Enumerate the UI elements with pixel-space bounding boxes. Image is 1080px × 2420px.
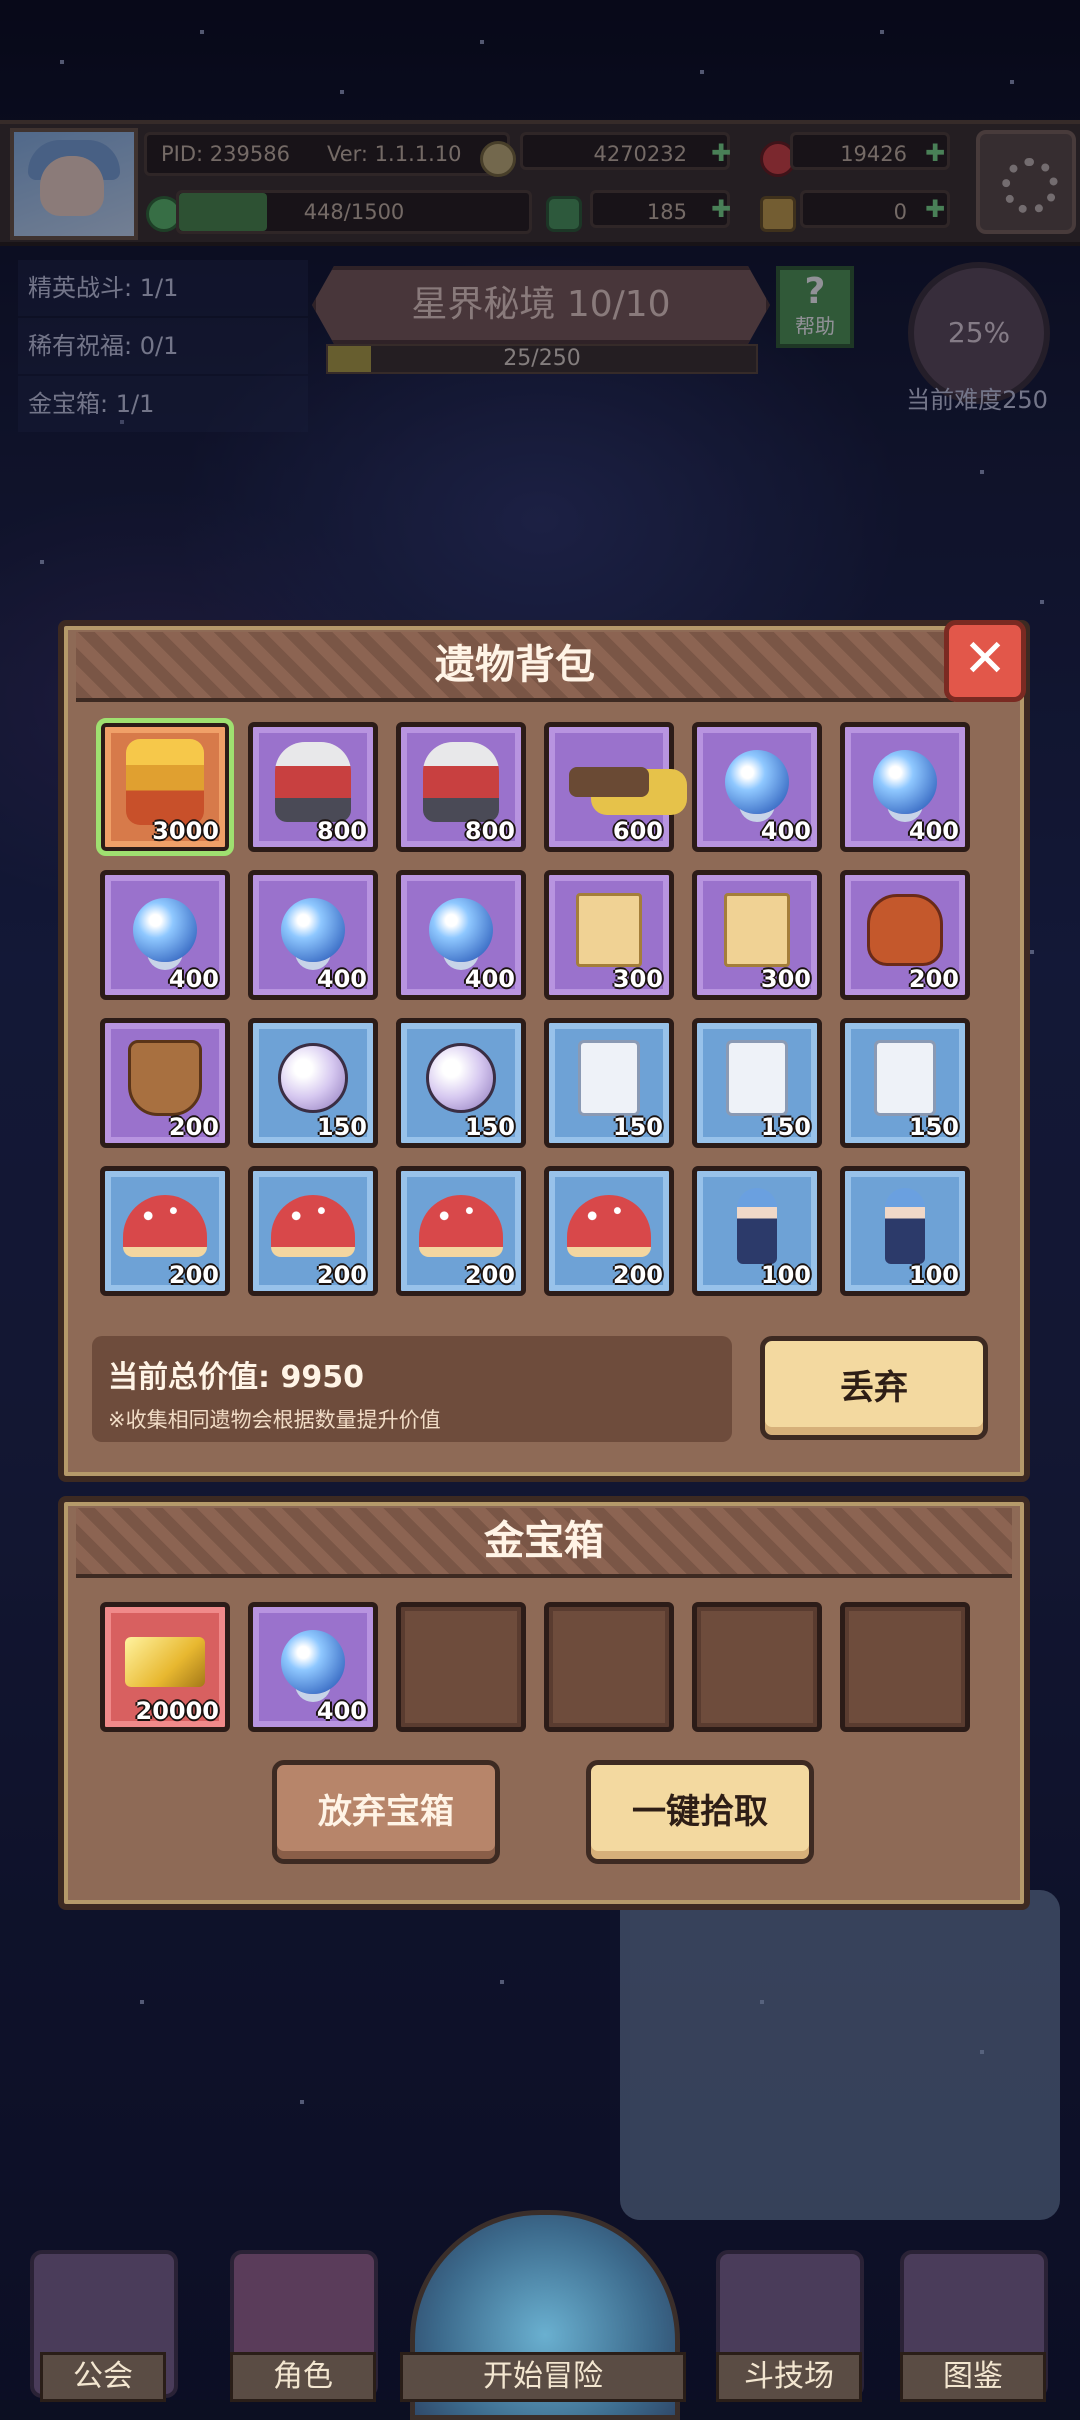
- empty-slot[interactable]: [544, 1602, 674, 1732]
- ancient-scroll-icon: [576, 893, 642, 968]
- knight-figure-icon: [885, 1188, 925, 1265]
- close-icon: ✕: [963, 629, 1007, 689]
- crystal-orb-icon: [133, 898, 197, 963]
- item-slot[interactable]: 300: [544, 870, 674, 1000]
- item-slot[interactable]: 200: [100, 1018, 230, 1148]
- item-value: 300: [760, 965, 811, 993]
- nav-codex[interactable]: 图鉴: [900, 2352, 1046, 2402]
- empty-slot[interactable]: [692, 1602, 822, 1732]
- item-value: 200: [612, 1261, 663, 1289]
- item-slot[interactable]: 200: [840, 870, 970, 1000]
- golden-king-icon: [126, 739, 204, 826]
- empty-slot[interactable]: [396, 1602, 526, 1732]
- item-slot[interactable]: 200: [100, 1166, 230, 1296]
- crystal-orb-icon: [429, 898, 493, 963]
- item-value: 400: [464, 965, 515, 993]
- map-fragment: [620, 1890, 1060, 2220]
- item-slot[interactable]: 150: [692, 1018, 822, 1148]
- knight-figure-icon: [737, 1188, 777, 1265]
- item-slot[interactable]: 150: [248, 1018, 378, 1148]
- item-slot[interactable]: 100: [840, 1166, 970, 1296]
- nav-guild[interactable]: 公会: [40, 2352, 166, 2402]
- item-value: 400: [760, 817, 811, 845]
- item-value: 600: [612, 817, 663, 845]
- total-value-text: 当前总价值: 9950: [108, 1360, 364, 1395]
- nav-start-adventure[interactable]: 开始冒险: [400, 2352, 686, 2402]
- item-slot[interactable]: 800: [248, 722, 378, 852]
- item-value: 20000: [135, 1697, 220, 1725]
- item-value: 200: [464, 1261, 515, 1289]
- item-slot[interactable]: 200: [248, 1166, 378, 1296]
- item-value: 150: [612, 1113, 663, 1141]
- item-value: 300: [612, 965, 663, 993]
- item-slot[interactable]: 600: [544, 722, 674, 852]
- item-value: 150: [760, 1113, 811, 1141]
- mushroom-icon: [419, 1195, 503, 1258]
- item-value: 150: [316, 1113, 367, 1141]
- item-value: 150: [464, 1113, 515, 1141]
- item-slot[interactable]: 150: [840, 1018, 970, 1148]
- treasure-bag-icon: [867, 894, 943, 967]
- gold-ingot-icon: [125, 1637, 205, 1688]
- pickup-all-button[interactable]: 一键拾取: [586, 1760, 814, 1864]
- item-slot[interactable]: 200: [544, 1166, 674, 1296]
- ancient-scroll-icon: [724, 893, 790, 968]
- crystal-orb-icon: [873, 750, 937, 815]
- item-value: 400: [316, 1697, 367, 1725]
- pearl-icon: [278, 1043, 348, 1114]
- spyglass-icon: [569, 767, 649, 798]
- item-slot[interactable]: 400: [396, 870, 526, 1000]
- nav-character[interactable]: 角色: [230, 2352, 376, 2402]
- mushroom-icon: [271, 1195, 355, 1258]
- bronze-armor-icon: [128, 1040, 202, 1117]
- close-button[interactable]: ✕: [944, 620, 1026, 702]
- item-value: 400: [316, 965, 367, 993]
- item-value: 200: [316, 1261, 367, 1289]
- crystal-orb-icon: [281, 1630, 345, 1695]
- empty-slot[interactable]: [840, 1602, 970, 1732]
- item-slot[interactable]: 400: [248, 870, 378, 1000]
- item-slot[interactable]: 300: [692, 870, 822, 1000]
- item-value: 200: [168, 1113, 219, 1141]
- item-slot[interactable]: 400: [248, 1602, 378, 1732]
- item-value: 200: [908, 965, 959, 993]
- item-slot[interactable]: 400: [840, 722, 970, 852]
- pearl-icon: [426, 1043, 496, 1114]
- item-slot[interactable]: 150: [396, 1018, 526, 1148]
- crystal-orb-icon: [725, 750, 789, 815]
- gold-chest-title: 金宝箱: [76, 1508, 1012, 1578]
- item-value: 200: [168, 1261, 219, 1289]
- red-warrior-icon: [275, 742, 351, 823]
- stone-tablet-icon: [726, 1040, 788, 1117]
- stone-tablet-icon: [874, 1040, 936, 1117]
- value-note: ※收集相同遗物会根据数量提升价值: [108, 1408, 441, 1432]
- item-value: 100: [760, 1261, 811, 1289]
- item-value: 400: [908, 817, 959, 845]
- item-value: 400: [168, 965, 219, 993]
- crystal-orb-icon: [281, 898, 345, 963]
- red-warrior-icon: [423, 742, 499, 823]
- item-slot[interactable]: 400: [100, 870, 230, 1000]
- stone-tablet-icon: [578, 1040, 640, 1117]
- item-slot[interactable]: 150: [544, 1018, 674, 1148]
- item-slot[interactable]: 800: [396, 722, 526, 852]
- item-slot[interactable]: 400: [692, 722, 822, 852]
- item-slot[interactable]: 3000: [96, 718, 234, 856]
- total-value-box: 当前总价值: 9950 ※收集相同遗物会根据数量提升价值: [92, 1336, 732, 1442]
- mushroom-icon: [567, 1195, 651, 1258]
- relic-bag-title: 遗物背包: [76, 632, 954, 702]
- item-value: 150: [908, 1113, 959, 1141]
- item-slot[interactable]: 20000: [100, 1602, 230, 1732]
- abandon-chest-button[interactable]: 放弃宝箱: [272, 1760, 500, 1864]
- item-value: 800: [464, 817, 515, 845]
- item-value: 800: [316, 817, 367, 845]
- nav-arena[interactable]: 斗技场: [716, 2352, 862, 2402]
- item-slot[interactable]: 200: [396, 1166, 526, 1296]
- mushroom-icon: [123, 1195, 207, 1258]
- item-value: 3000: [152, 817, 219, 845]
- discard-button[interactable]: 丢弃: [760, 1336, 988, 1440]
- item-slot[interactable]: 100: [692, 1166, 822, 1296]
- item-value: 100: [908, 1261, 959, 1289]
